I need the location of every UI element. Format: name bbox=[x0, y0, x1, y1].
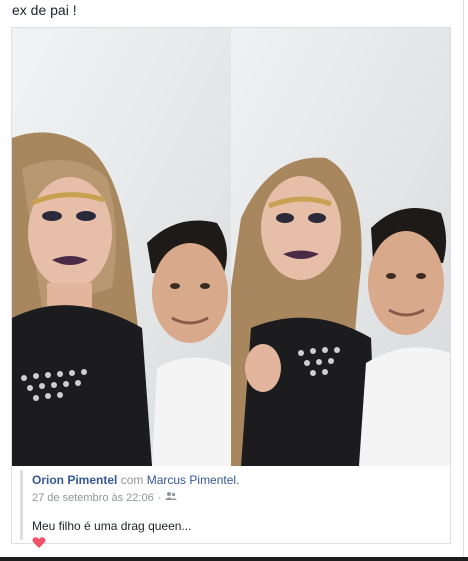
friends-icon[interactable] bbox=[165, 491, 178, 504]
post-card: Orion Pimentel com Marcus Pimentel. 27 d… bbox=[11, 27, 451, 548]
heart-icon[interactable] bbox=[32, 536, 440, 554]
post-date-row: 27 de setembro às 22:06 · bbox=[32, 491, 440, 504]
author-link[interactable]: Orion Pimentel bbox=[32, 473, 117, 487]
with-label: com bbox=[120, 473, 144, 487]
page-edge-rule bbox=[463, 0, 464, 561]
bottom-border bbox=[0, 557, 468, 561]
photo-left[interactable] bbox=[12, 28, 231, 466]
shared-post-text: ex de pai ! bbox=[12, 2, 77, 18]
post-caption: Meu filho é uma drag queen... bbox=[32, 519, 192, 533]
post-byline: Orion Pimentel com Marcus Pimentel. bbox=[32, 473, 440, 487]
post-meta: Orion Pimentel com Marcus Pimentel. 27 d… bbox=[20, 470, 440, 548]
post-timestamp[interactable]: 27 de setembro às 22:06 bbox=[32, 492, 154, 504]
photo-right[interactable] bbox=[231, 28, 450, 466]
tagged-user-link[interactable]: Marcus Pimentel. bbox=[147, 473, 240, 487]
photo-collage[interactable] bbox=[12, 28, 450, 466]
meta-separator: · bbox=[157, 491, 162, 504]
